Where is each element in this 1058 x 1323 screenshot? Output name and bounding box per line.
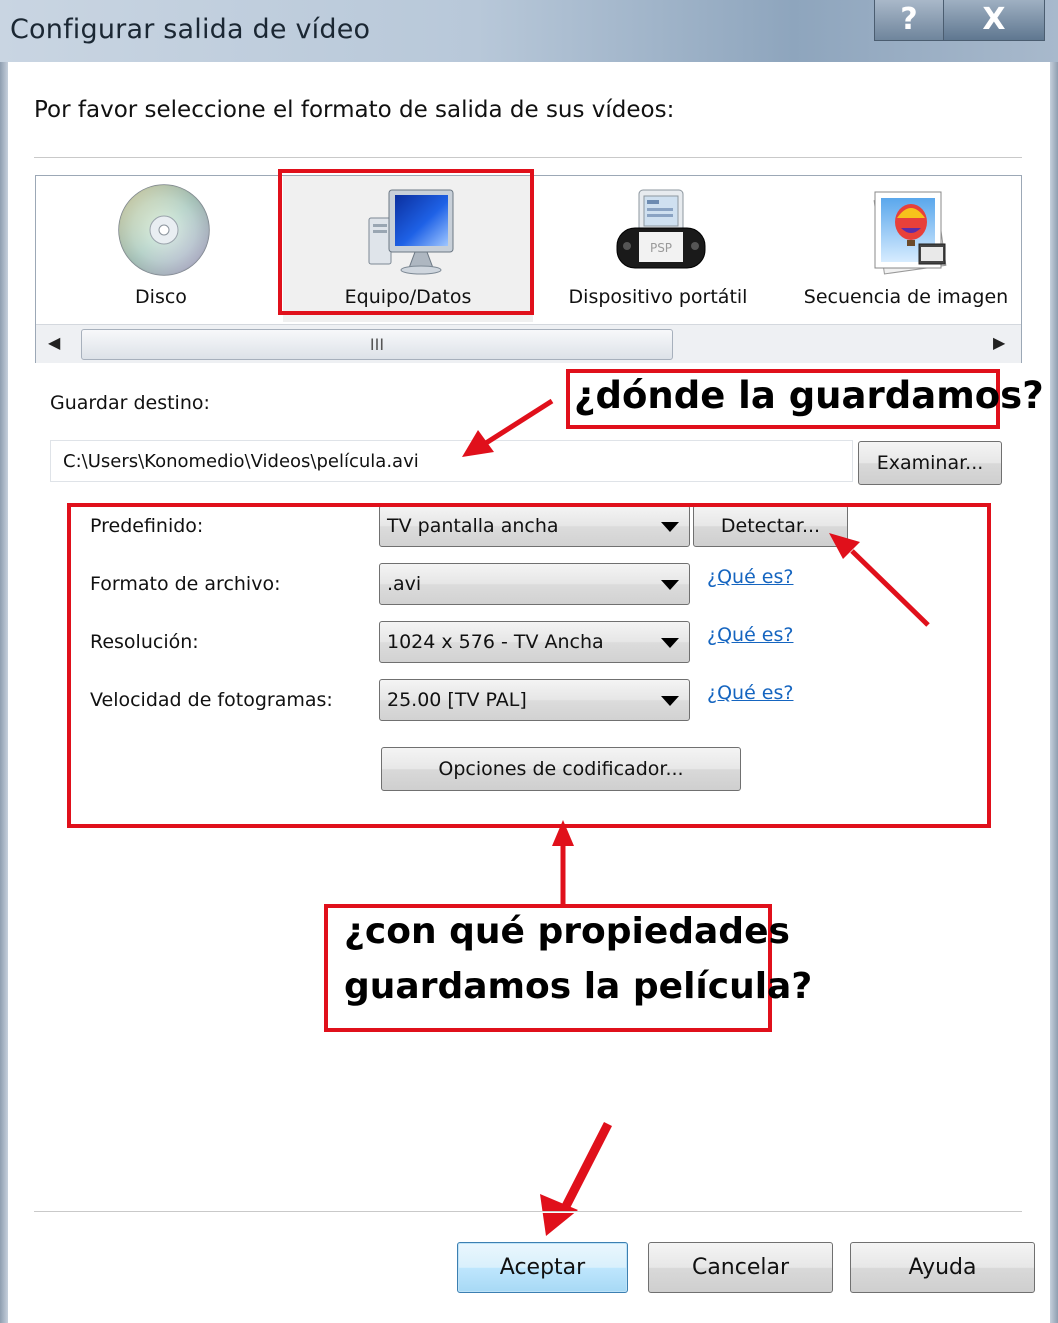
annotation-arrows bbox=[462, 398, 930, 1236]
cancel-button[interactable]: Cancelar bbox=[648, 1242, 833, 1293]
accept-button[interactable]: Aceptar bbox=[457, 1242, 628, 1293]
separator-bottom bbox=[34, 1211, 1022, 1213]
arrow-to-settings-head bbox=[552, 820, 574, 846]
help-button[interactable]: Ayuda bbox=[850, 1242, 1035, 1293]
arrow-to-accept bbox=[557, 1121, 613, 1217]
arrow-to-destination bbox=[484, 398, 554, 446]
arrow-to-detect bbox=[850, 549, 930, 627]
